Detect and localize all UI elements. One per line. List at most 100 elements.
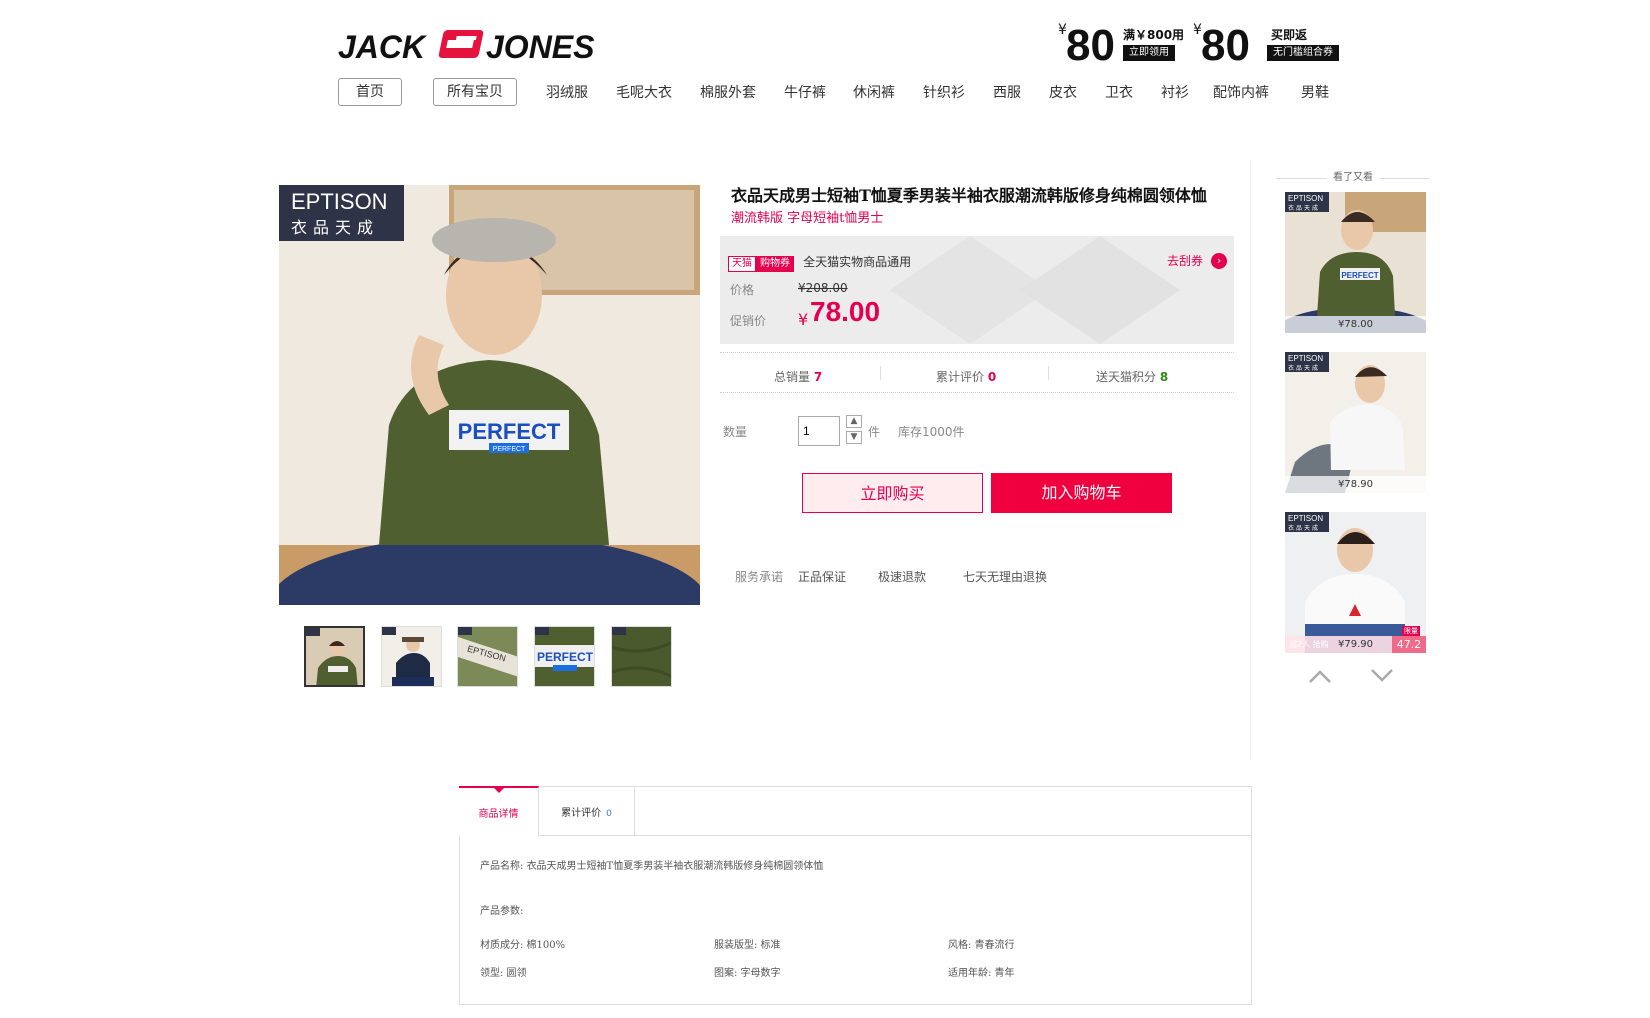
param-style: 风格: 青春流行 (948, 940, 1015, 951)
original-price: ¥208.00 (798, 281, 848, 295)
nav-cotton-coat[interactable]: 棉服外套 (700, 82, 756, 102)
thumbnail-2[interactable] (381, 626, 442, 687)
rail-scroll-up-button[interactable] (1308, 668, 1332, 684)
service-label: 服务承诺 (735, 570, 784, 584)
nav-suits[interactable]: 西服 (993, 82, 1021, 102)
service-fast-refund[interactable]: 极速退款 (878, 568, 926, 585)
image-brand-en: EPTISON (291, 189, 388, 214)
product-name-label: 产品名称: (480, 861, 524, 872)
promo-1-condition: 满￥800用 (1123, 28, 1185, 42)
nav-all-items[interactable]: 所有宝贝 (433, 78, 517, 106)
brand-logo[interactable]: JACK JONES (338, 24, 616, 65)
nav-knitwear[interactable]: 针织衫 (923, 82, 965, 102)
price-panel: 天猫 购物券 全天猫实物商品通用 去刮券 › 价格 ¥208.00 促销价 ¥ 7… (720, 236, 1234, 344)
thumbnail-5[interactable] (611, 626, 672, 687)
param-collar: 领型: 圆领 (480, 968, 527, 979)
coupon-tag-voucher: 购物券 (756, 256, 794, 272)
chevron-up-icon (1309, 670, 1331, 683)
rail-item-1-price: ¥78.00 (1285, 316, 1426, 333)
nav-shirts[interactable]: 衬衫 (1161, 82, 1189, 102)
rail-item-3-badge-tag: 限量 (1402, 626, 1420, 636)
param-material: 材质成分: 棉100% (480, 940, 566, 951)
service-seven-day-return[interactable]: 七天无理由退换 (963, 568, 1047, 585)
tab-product-details[interactable]: 商品详情 (459, 786, 539, 836)
stat-points: 送天猫积分 8 (1096, 368, 1168, 385)
param-pattern: 图案: 字母数字 (714, 968, 781, 979)
rail-item-3-badge-right: 47.2 (1392, 636, 1426, 653)
nav-hoodies[interactable]: 卫衣 (1105, 82, 1133, 102)
param-age: 适用年龄: 青年 (948, 968, 1015, 979)
stock-text: 库存1000件 (898, 425, 965, 439)
thumbnail-4[interactable]: PERFECT (534, 626, 595, 687)
svg-text:PERFECT: PERFECT (537, 650, 594, 664)
quantity-unit: 件 (868, 425, 881, 439)
rail-item-3-price: ¥79.90 (1338, 639, 1373, 650)
chevron-up-icon: ▲ (850, 416, 858, 426)
promo-2-condition: 买即返 (1271, 28, 1308, 42)
promo-price: 78.00 (810, 296, 881, 327)
product-title: 衣品天成男士短袖T恤夏季男装半袖衣服潮流韩版修身纯棉圆领体恤 (731, 186, 1207, 205)
rail-item-3-price-bar: 超2人 抢购 ¥79.90 47.2 限量 (1285, 626, 1426, 653)
stat-reviews[interactable]: 累计评价 0 (936, 368, 996, 385)
shirt-print-subtext: PERFECT (493, 446, 526, 453)
buy-now-button[interactable]: 立即购买 (802, 473, 983, 513)
rail-item-3[interactable]: EPTISON 衣品天成 超2人 抢购 ¥79.90 47.2 限量 (1285, 512, 1426, 653)
rail-title: 看了又看 (1327, 172, 1379, 183)
rail-item-2-image: EPTISON 衣品天成 (1285, 352, 1426, 493)
brand-logo-text-left: JACK (338, 29, 428, 64)
rail-item-1-brand-cn: 衣品天成 (1288, 204, 1320, 212)
promo-1-action[interactable]: 立即领用 (1123, 45, 1175, 61)
thumbnail-3[interactable]: EPTISON (457, 626, 518, 687)
coupon-row[interactable]: 天猫 购物券 全天猫实物商品通用 (728, 251, 911, 272)
rail-scroll-down-button[interactable] (1370, 668, 1394, 684)
scratch-coupon-link[interactable]: 去刮券 › (1167, 250, 1228, 269)
tab-reviews[interactable]: 累计评价 0 (539, 786, 635, 836)
nav-wool-coat[interactable]: 毛呢大衣 (616, 82, 672, 102)
rail-item-2-brand-en: EPTISON (1288, 354, 1323, 363)
nav-casual-pants[interactable]: 休闲裤 (853, 82, 895, 102)
nav-leather[interactable]: 皮衣 (1049, 82, 1077, 102)
stat-points-value: 8 (1159, 370, 1169, 384)
chevron-down-icon (1371, 669, 1393, 682)
nav-down-jacket[interactable]: 羽绒服 (546, 82, 588, 102)
chevron-down-icon: ▼ (850, 432, 858, 442)
rail-title-wrap: 看了又看 (1282, 168, 1424, 183)
quantity-decrease-button[interactable]: ▼ (846, 431, 862, 444)
product-params-label: 产品参数: (480, 906, 524, 917)
promo-1-amount: 80 (1066, 21, 1115, 70)
shirt-print-text: PERFECT (458, 419, 561, 444)
details-panel: 产品名称: 衣品天成男士短袖T恤夏季男装半袖衣服潮流韩版修身纯棉圆领体恤 产品参… (459, 835, 1252, 1005)
product-name-row: 产品名称: 衣品天成男士短袖T恤夏季男装半袖衣服潮流韩版修身纯棉圆领体恤 (480, 857, 823, 872)
scratch-coupon-label: 去刮券 (1167, 254, 1204, 268)
coupon-text: 全天猫实物商品通用 (803, 255, 912, 269)
stats-divider-bottom (720, 392, 1234, 393)
stat-total-sales-label: 总销量 (774, 370, 811, 384)
svg-text:PERFECT: PERFECT (1341, 271, 1378, 280)
quantity-label: 数量 (723, 425, 748, 439)
rail-item-1[interactable]: PERFECT EPTISON 衣品天成 ¥78.00 (1285, 192, 1426, 333)
nav-home[interactable]: 首页 (338, 78, 402, 106)
stat-reviews-label: 累计评价 (936, 370, 985, 384)
stat-points-label: 送天猫积分 (1096, 370, 1157, 384)
product-subtitle: 潮流韩版 字母短袖t恤男士 (731, 211, 884, 226)
rail-item-1-image: PERFECT EPTISON 衣品天成 (1285, 192, 1426, 333)
add-to-cart-button[interactable]: 加入购物车 (991, 473, 1172, 513)
promo-2-action[interactable]: 无门槛组合券 (1267, 45, 1339, 61)
rail-item-3-badge-left: 超2人 抢购 (1289, 640, 1329, 649)
stat-separator-1 (880, 366, 881, 380)
arrow-right-icon: › (1211, 252, 1228, 269)
quantity-increase-button[interactable]: ▲ (846, 415, 862, 428)
rail-item-1-brand-en: EPTISON (1288, 194, 1323, 203)
stat-total-sales: 总销量 7 (774, 368, 822, 385)
nav-jeans[interactable]: 牛仔裤 (784, 82, 826, 102)
service-genuine[interactable]: 正品保证 (798, 568, 846, 585)
price-label: 价格 (730, 283, 755, 297)
main-product-image[interactable]: PERFECT PERFECT EPTISON 衣品天成 (279, 185, 700, 605)
nav-accessories[interactable]: 配饰内裤 (1213, 82, 1269, 102)
quantity-input[interactable] (798, 416, 840, 446)
thumbnail-1[interactable] (304, 626, 365, 687)
tab-product-details-label: 商品详情 (478, 809, 519, 820)
rail-item-2[interactable]: EPTISON 衣品天成 ¥78.90 (1285, 352, 1426, 493)
tab-reviews-label: 累计评价 (561, 808, 602, 819)
nav-shoes[interactable]: 男鞋 (1301, 82, 1329, 102)
